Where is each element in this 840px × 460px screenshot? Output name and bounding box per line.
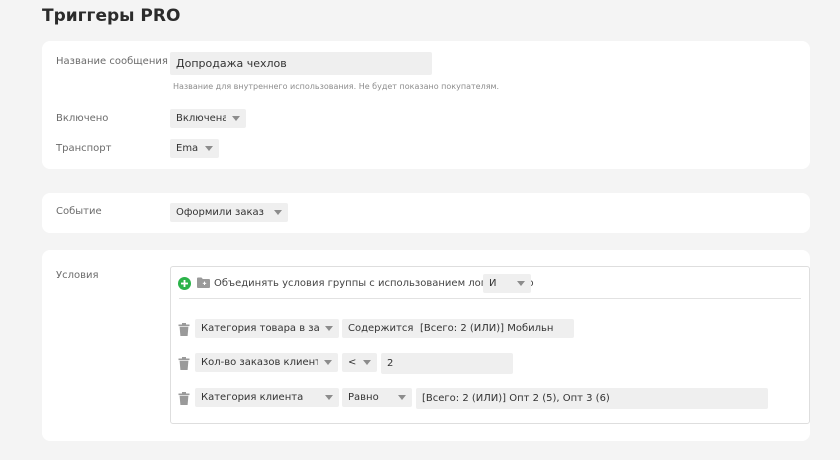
trash-icon[interactable] xyxy=(178,357,190,370)
enabled-select-value: Включена xyxy=(176,113,226,124)
add-condition-icon[interactable] xyxy=(178,277,191,290)
transport-select[interactable]: Email xyxy=(170,139,219,158)
chevron-down-icon xyxy=(325,326,333,331)
transport-label: Транспорт xyxy=(56,143,112,154)
enabled-select[interactable]: Включена xyxy=(170,109,246,128)
trash-icon[interactable] xyxy=(178,323,190,336)
condition-value-field[interactable]: [Всего: 2 (ИЛИ)] Мобильн xyxy=(414,319,574,338)
transport-select-value: Email xyxy=(176,143,199,154)
chevron-down-icon xyxy=(398,395,406,400)
chevron-down-icon xyxy=(325,395,333,400)
message-name-input[interactable]: Допродажа чехлов xyxy=(170,52,432,75)
add-group-folder-icon[interactable] xyxy=(197,277,210,288)
chevron-down-icon xyxy=(324,360,332,365)
trash-icon[interactable] xyxy=(178,392,190,405)
condition-field-value: Кол-во заказов клиента xyxy=(201,357,318,368)
message-name-label: Название сообщения xyxy=(56,56,168,67)
event-card: Событие Оформили заказ xyxy=(42,193,810,233)
condition-value-field[interactable]: 2 xyxy=(381,353,513,374)
event-select-value: Оформили заказ xyxy=(176,207,264,218)
message-settings-card: Название сообщения Допродажа чехлов Назв… xyxy=(42,41,810,169)
chevron-down-icon xyxy=(363,360,371,365)
condition-operator-select[interactable]: Равно xyxy=(342,388,412,407)
condition-operator-select[interactable]: < xyxy=(342,353,377,372)
chevron-down-icon xyxy=(232,116,240,121)
condition-value-field[interactable]: [Всего: 2 (ИЛИ)] Опт 2 (5), Опт 3 (6) xyxy=(416,388,768,409)
event-select[interactable]: Оформили заказ xyxy=(170,203,288,222)
page-title: Триггеры PRO xyxy=(42,6,181,26)
condition-field-value: Категория товара в заказе xyxy=(201,323,319,334)
condition-field-value: Категория клиента xyxy=(201,392,304,403)
condition-field-select[interactable]: Кол-во заказов клиента xyxy=(195,353,338,372)
message-name-hint: Название для внутреннего использования. … xyxy=(173,82,500,91)
logic-select-value: И xyxy=(489,278,497,289)
condition-group: Объединять условия группы с использовани… xyxy=(170,266,810,424)
condition-operator-value: Равно xyxy=(348,392,379,403)
event-label: Событие xyxy=(56,206,102,217)
condition-operator-value: Содержится xyxy=(348,323,414,334)
chevron-down-icon xyxy=(517,281,525,286)
enabled-label: Включено xyxy=(56,113,109,124)
conditions-label: Условия xyxy=(56,270,99,281)
condition-operator-value: < xyxy=(348,357,357,368)
chevron-down-icon xyxy=(274,210,282,215)
chevron-down-icon xyxy=(205,146,213,151)
conditions-card: Условия Объединять условия группы с испо… xyxy=(42,250,810,441)
group-divider xyxy=(179,298,801,299)
condition-field-select[interactable]: Категория товара в заказе xyxy=(195,319,339,338)
condition-field-select[interactable]: Категория клиента xyxy=(195,388,339,407)
logic-select[interactable]: И xyxy=(483,274,531,293)
